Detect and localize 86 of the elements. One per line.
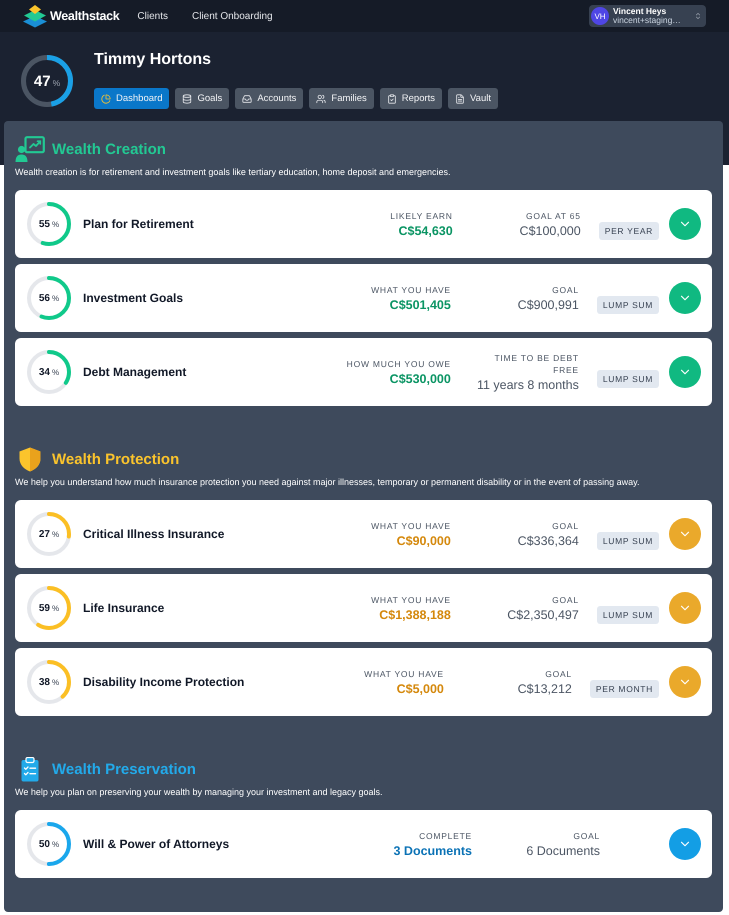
metric-value: C$530,000 [390, 370, 451, 386]
nav-link[interactable]: Clients [137, 10, 168, 22]
metric-label: GOAL AT 65 [526, 210, 581, 222]
metric-value: C$1,388,188 [379, 606, 451, 622]
term-badge: LUMP SUM [596, 532, 659, 550]
pie-chart-icon [101, 94, 111, 104]
section-description: Wealth creation is for retirement and investment goals like tertiary education, home deposit and emergencies. [15, 166, 452, 178]
term-badge: PER MONTH [590, 680, 659, 698]
nav-tab[interactable]: Vault [448, 88, 498, 109]
metric-label: LIKELY EARN [390, 210, 453, 222]
metric-value: C$5,000 [396, 680, 444, 696]
expand-button[interactable] [669, 282, 701, 314]
metric-value: C$501,405 [390, 296, 451, 312]
clipboard-check-icon [386, 94, 397, 104]
section-description: We help you plan on preserving your wealth by managing your investment and legacy goals. [15, 786, 384, 798]
progress-percent: 55 % [38, 218, 60, 230]
metric-label: GOAL [552, 594, 579, 606]
nav-link[interactable]: Client Onboarding [192, 10, 273, 22]
brand-name: Wealthstack [50, 9, 120, 23]
chevrons-up-down-icon [694, 12, 702, 20]
metric-value: C$336,364 [518, 532, 579, 548]
metric-value: C$90,000 [396, 532, 451, 548]
nav-tab[interactable]: Goals [175, 88, 230, 109]
section-title: Wealth Protection [52, 450, 180, 468]
term-badge: PER YEAR [598, 222, 659, 240]
goal-title: Critical Illness Insurance [83, 527, 224, 541]
user-name: Vincent Heys [613, 7, 666, 16]
user-email: vincent+staging… [613, 16, 681, 25]
progress-percent: 56 % [38, 292, 60, 304]
metric-label: WHAT YOU HAVE [371, 520, 451, 532]
metric-label: GOAL [573, 830, 600, 842]
users-icon [316, 94, 326, 104]
expand-button[interactable] [669, 518, 701, 550]
metric-value: 3 Documents [394, 842, 472, 858]
progress-percent: 38 % [38, 676, 60, 688]
metric-value: C$100,000 [520, 222, 581, 238]
shield-icon [19, 446, 41, 472]
term-badge: LUMP SUM [596, 296, 659, 314]
metric-label: WHAT YOU HAVE [364, 668, 444, 680]
section-title: Wealth Creation [52, 140, 166, 158]
metric-value: C$2,350,497 [507, 606, 579, 622]
section-title: Wealth Preservation [52, 760, 196, 778]
expand-button[interactable] [669, 666, 701, 698]
goal-title: Life Insurance [83, 601, 164, 615]
metric-value: C$13,212 [518, 680, 572, 696]
client-name: Timmy Hortons [94, 50, 212, 70]
progress-percent: 59 % [38, 602, 60, 614]
metric-value: 11 years 8 months [476, 376, 579, 392]
term-badge: LUMP SUM [596, 370, 659, 388]
goal-title: Will & Power of Attorneys [83, 837, 230, 851]
metric-label: WHAT YOU HAVE [371, 594, 451, 606]
metric-value: C$900,991 [518, 296, 579, 312]
metric-value: 6 Documents [526, 842, 600, 858]
expand-button[interactable] [669, 592, 701, 624]
nav-tab[interactable]: Reports [380, 88, 442, 109]
goal-title: Debt Management [83, 365, 186, 379]
expand-button[interactable] [669, 356, 701, 388]
nav-tab[interactable]: Dashboard [94, 88, 170, 109]
clipboard-checklist-icon [21, 756, 39, 782]
score-percent: 47% [34, 72, 60, 90]
nav-tab[interactable]: Accounts [235, 88, 304, 109]
term-badge: LUMP SUM [596, 606, 659, 624]
metric-label: COMPLETE [419, 830, 472, 842]
expand-button[interactable] [669, 828, 701, 860]
goal-title: Plan for Retirement [83, 217, 194, 231]
section-description: We help you understand how much insurance protection you need against major illnesses, temporary or permanent disability or in the event of passing away. [15, 476, 641, 488]
metric-label: TIME TO BE DEBT FREE [493, 352, 579, 376]
database-icon [182, 94, 192, 104]
goal-title: Disability Income Protection [83, 675, 244, 689]
progress-percent: 27 % [38, 528, 60, 540]
metric-label: GOAL [552, 284, 579, 296]
progress-percent: 34 % [38, 366, 60, 378]
document-icon [455, 94, 466, 104]
inbox-icon [242, 94, 252, 104]
user-avatar: VH [591, 7, 609, 25]
presentation-chart-icon [15, 136, 45, 162]
goal-title: Investment Goals [83, 291, 184, 305]
progress-percent: 50 % [38, 838, 60, 850]
metric-label: GOAL [552, 520, 579, 532]
metric-value: C$54,630 [398, 222, 453, 238]
metric-label: WHAT YOU HAVE [371, 284, 451, 296]
layered-diamond-logo-icon [22, 4, 48, 28]
metric-label: HOW MUCH YOU OWE [346, 358, 451, 370]
metric-label: GOAL [545, 668, 572, 680]
nav-tab[interactable]: Families [309, 88, 374, 109]
expand-button[interactable] [669, 208, 701, 240]
